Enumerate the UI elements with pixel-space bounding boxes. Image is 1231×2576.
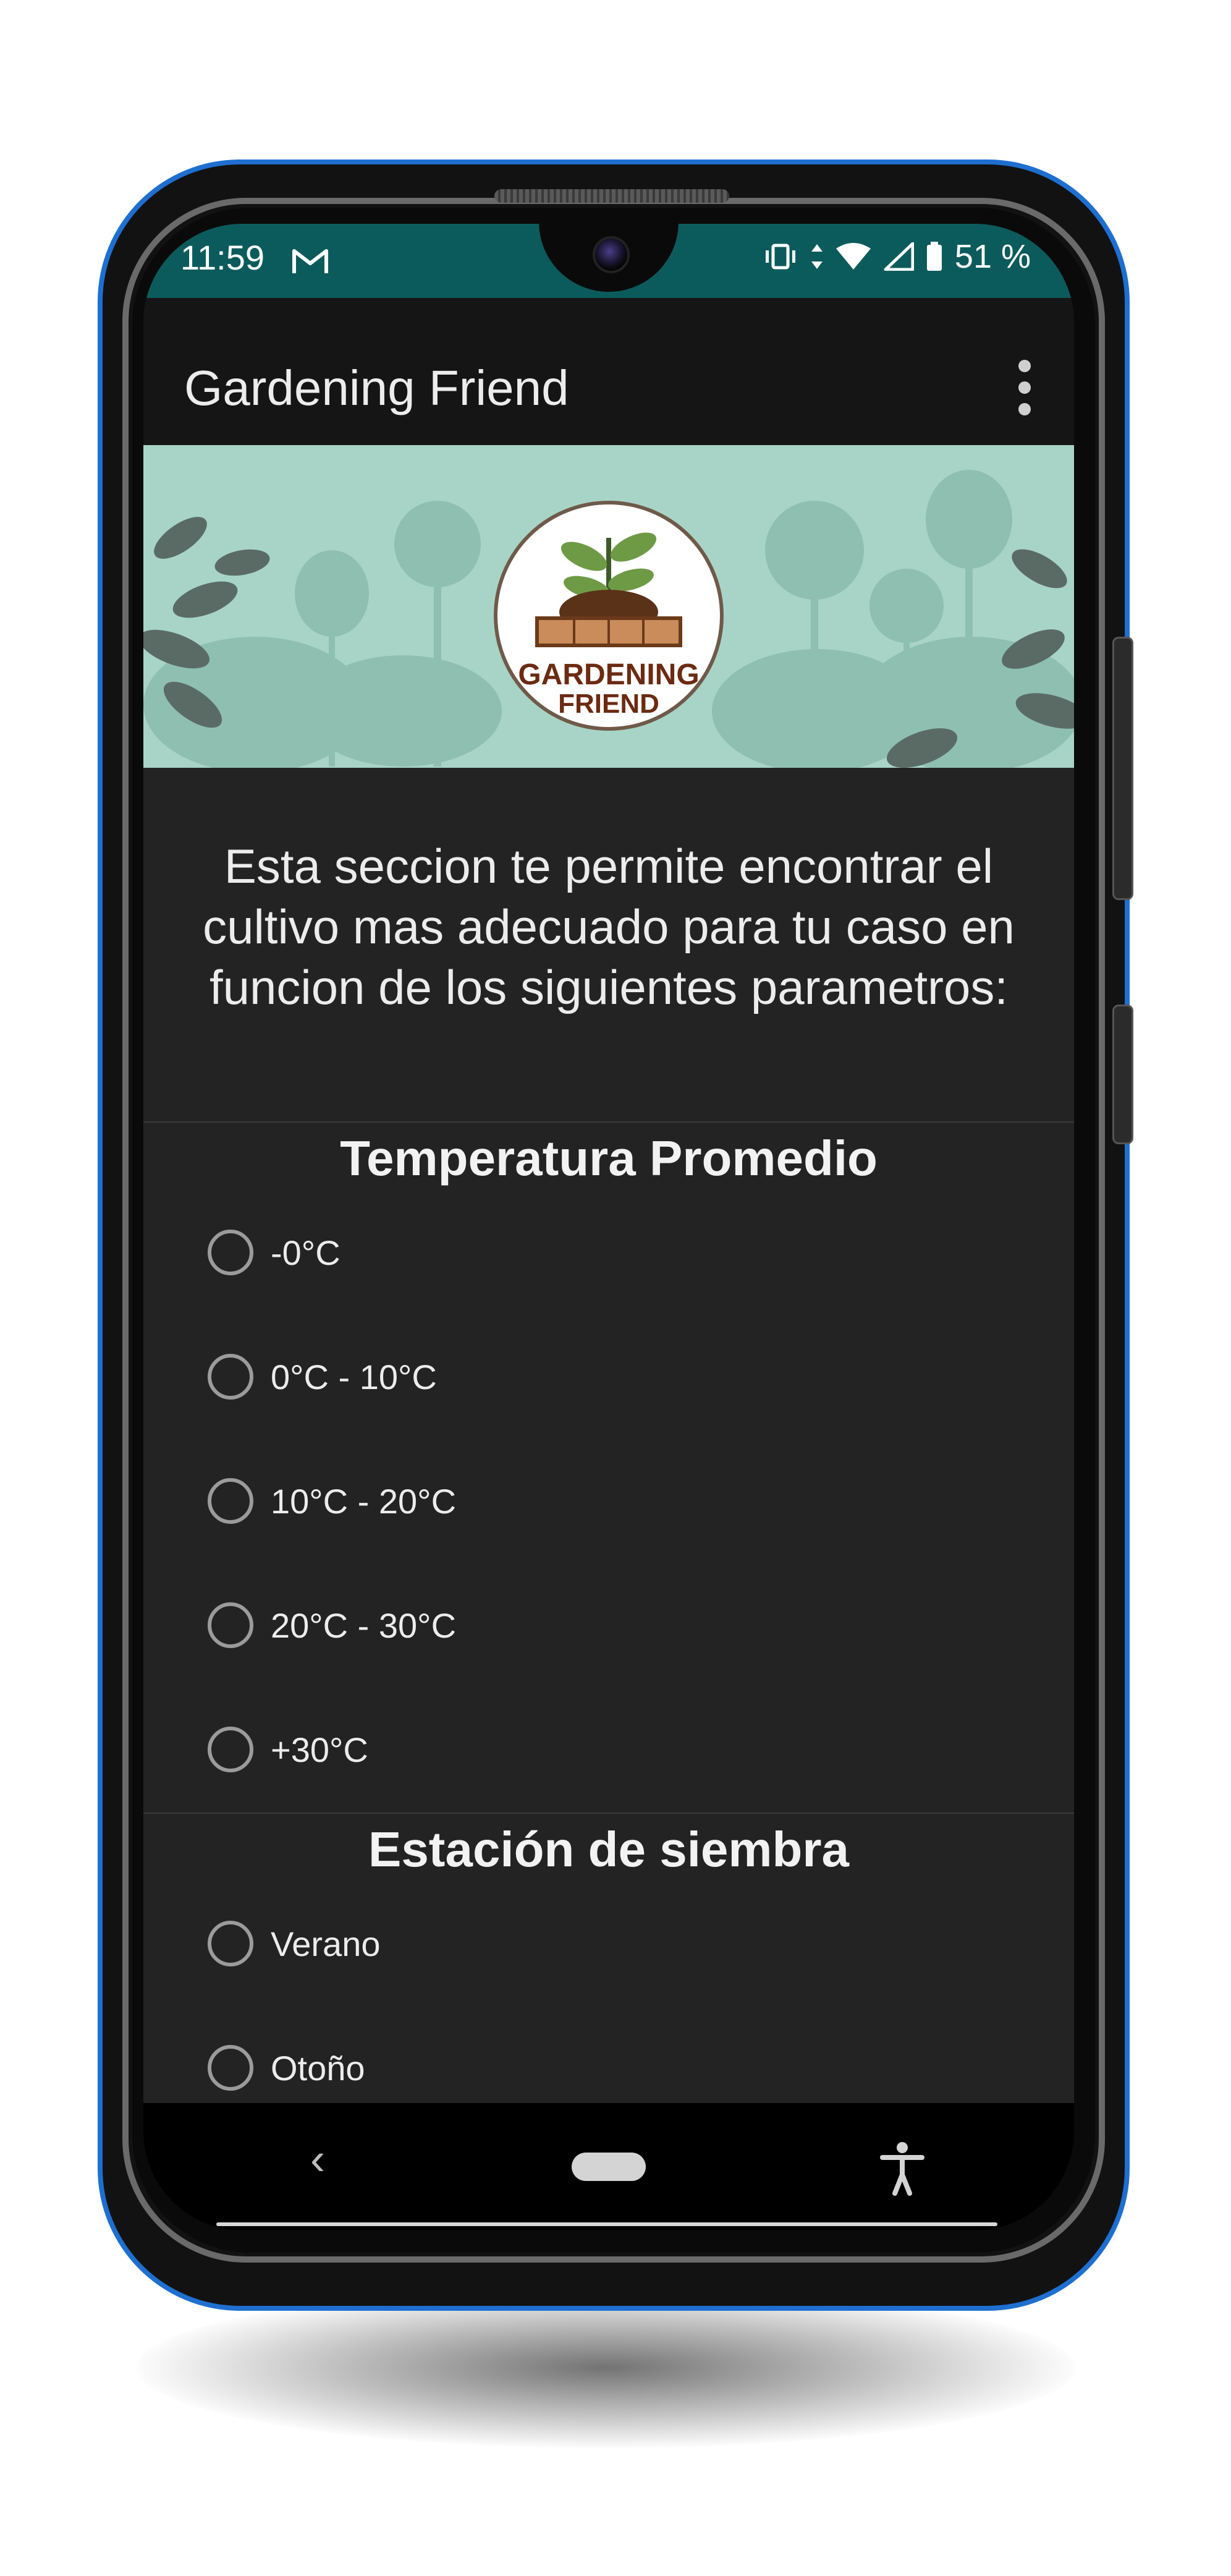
intro-text: Esta seccion te permite encontrar el cul… bbox=[203, 839, 1015, 1014]
earpiece-speaker bbox=[494, 189, 729, 203]
radio-label: 20°C - 30°C bbox=[271, 1605, 457, 1645]
app-bar: Gardening Friend bbox=[143, 298, 1074, 445]
divider bbox=[143, 1121, 1074, 1123]
radio-season-autumn[interactable]: Otoño bbox=[208, 2037, 365, 2099]
header-banner: GARDENING FRIEND bbox=[143, 445, 1074, 768]
temperature-title: Temperatura Promedio bbox=[340, 1131, 878, 1186]
power-button bbox=[1112, 637, 1133, 900]
accessibility-icon[interactable] bbox=[878, 2140, 927, 2196]
front-camera bbox=[593, 236, 630, 273]
signal-icon bbox=[884, 242, 914, 271]
phone-shadow bbox=[136, 2287, 1075, 2448]
status-time: 11:59 bbox=[180, 238, 264, 277]
logo-text-line2: FRIEND bbox=[558, 689, 659, 719]
radio-button[interactable] bbox=[208, 1354, 253, 1400]
app-title: Gardening Friend bbox=[184, 360, 569, 415]
radio-temp-above-30[interactable]: +30°C bbox=[208, 1719, 368, 1780]
radio-button[interactable] bbox=[208, 1921, 253, 1966]
home-indicator bbox=[216, 2222, 997, 2226]
radio-button[interactable] bbox=[208, 1478, 253, 1524]
radio-button[interactable] bbox=[208, 2045, 253, 2091]
radio-button[interactable] bbox=[208, 1727, 253, 1772]
data-arrows-icon bbox=[811, 244, 823, 269]
radio-temp-10-20[interactable]: 10°C - 20°C bbox=[208, 1470, 456, 1532]
wifi-icon bbox=[835, 243, 871, 270]
more-vert-icon[interactable] bbox=[1018, 360, 1031, 415]
logo-text-line1: GARDENING bbox=[518, 658, 700, 691]
app-logo: GARDENING FRIEND bbox=[494, 501, 724, 731]
gmail-icon bbox=[292, 249, 328, 273]
divider bbox=[143, 1813, 1074, 1814]
battery-percent: 51 % bbox=[954, 238, 1031, 275]
radio-button[interactable] bbox=[208, 1602, 253, 1648]
vibrate-icon bbox=[765, 244, 795, 270]
radio-temp-below-0[interactable]: -0°C bbox=[208, 1222, 341, 1283]
radio-label: Otoño bbox=[271, 2048, 365, 2088]
radio-label: Verano bbox=[271, 1924, 381, 1963]
status-icons: 51 % bbox=[762, 237, 1031, 276]
radio-label: +30°C bbox=[271, 1730, 368, 1769]
radio-season-summer[interactable]: Verano bbox=[208, 1913, 381, 1975]
back-icon[interactable]: ‹ bbox=[310, 2134, 325, 2185]
volume-button bbox=[1112, 1005, 1133, 1144]
radio-label: 10°C - 20°C bbox=[271, 1481, 457, 1521]
radio-button[interactable] bbox=[208, 1230, 253, 1275]
home-pill-icon[interactable] bbox=[572, 2153, 646, 2181]
battery-icon bbox=[926, 242, 942, 271]
radio-temp-0-10[interactable]: 0°C - 10°C bbox=[208, 1346, 437, 1408]
phone-screen: 11:59 51 % Gardening Friend GARDENING FR… bbox=[143, 224, 1074, 2230]
radio-temp-20-30[interactable]: 20°C - 30°C bbox=[208, 1594, 456, 1656]
radio-label: 0°C - 10°C bbox=[271, 1357, 437, 1396]
system-nav-bar: ‹ bbox=[143, 2103, 1074, 2230]
radio-label: -0°C bbox=[271, 1233, 341, 1272]
season-title: Estación de siembra bbox=[368, 1822, 850, 1877]
